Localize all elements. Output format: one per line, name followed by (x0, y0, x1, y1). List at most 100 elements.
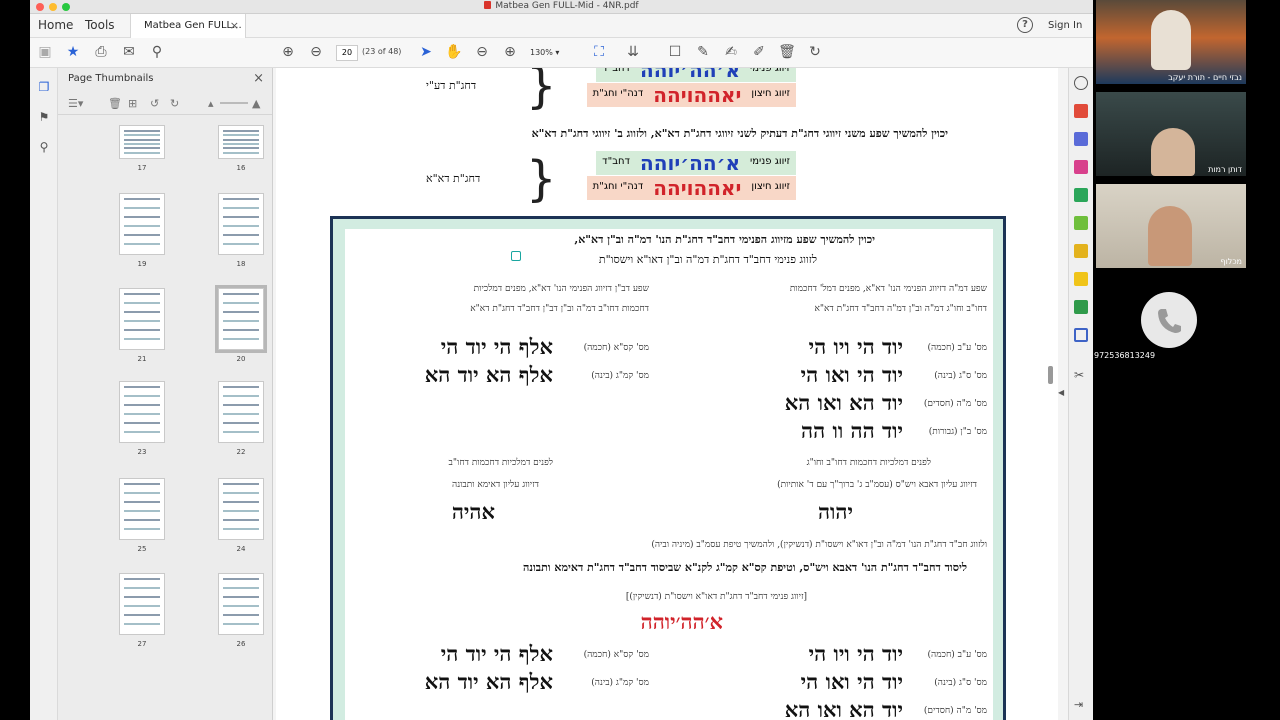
zoom-out-icon[interactable]: ⊖ (473, 43, 491, 61)
sign-in-link[interactable]: Sign In (1048, 20, 1082, 31)
page-thumbnail[interactable] (119, 288, 165, 350)
bookmark-star-icon[interactable]: ★ (64, 43, 82, 61)
fill-sign-icon[interactable]: ✐ (750, 43, 768, 61)
organize-pages-icon[interactable] (1074, 216, 1088, 230)
paragraph-line: ולזווג חב"ד דחג"ת הנו' דמ"ה וב"ן דאו"א ו… (651, 540, 987, 550)
intro-line: לזווג פנימי דחב"ד דחג"ת דמ"ה וב"ן דאו"א … (598, 253, 817, 266)
divine-name-spelling: יוד הי ואו הי (800, 362, 903, 387)
page-thumbnail[interactable] (119, 381, 165, 443)
page-thumbnail[interactable] (218, 478, 264, 540)
thumbnail-line (124, 225, 160, 227)
page-thumbnail[interactable] (119, 193, 165, 255)
print-production-icon[interactable] (1074, 300, 1088, 314)
gematria-tag: מס' ע"ב (חכמה) (927, 650, 987, 660)
create-pdf-icon[interactable] (1074, 132, 1088, 146)
column-header: דחכמות דחו"ב דמ"ה וב"ן דב"ן דחב"ד דחג"ת … (470, 304, 649, 314)
insert-page-icon[interactable]: ⊞ (128, 97, 137, 110)
page-thumbnail[interactable] (218, 573, 264, 635)
zoom-dropdown[interactable]: 130% ▾ (530, 45, 576, 61)
rotate-icon[interactable]: ↻ (806, 43, 824, 61)
page-thumbnail[interactable] (218, 381, 264, 443)
thumbnail-line (223, 338, 259, 340)
thumb-size-small-icon[interactable]: ▴ (208, 97, 214, 110)
column-header: שפע דב"ן דזיווג הפנימי הנו' דא"א, מפנים … (473, 284, 649, 294)
phone-participant-icon[interactable] (1141, 292, 1197, 348)
email-icon[interactable]: ✉ (120, 43, 138, 61)
scroll-mode-icon[interactable]: ⇊ (624, 43, 642, 61)
table2-row-outer: זיווג חיצון יאההויהה דנה"י וחג"ת (586, 176, 796, 200)
page-thumbnails-icon[interactable]: ❐ (36, 80, 52, 96)
fill-sign-tool-icon[interactable] (1074, 244, 1088, 258)
draw-icon[interactable]: ✍ (722, 43, 740, 61)
column-header: שפע דמ"ה דזיווג הפנימי הנו' דא"א, מפנים … (789, 284, 987, 294)
undo-icon[interactable]: ↺ (150, 97, 159, 110)
print-icon[interactable]: ⎙ (92, 43, 110, 61)
combine-files-icon[interactable] (1074, 188, 1088, 202)
gematria-tag: מס' מ"ה (חסדים) (923, 706, 987, 716)
home-menu[interactable]: Home (38, 18, 73, 32)
export-pdf-icon[interactable] (1074, 104, 1088, 118)
page-thumbnail-label: 27 (137, 640, 147, 648)
page-count-label: (23 of 48) (362, 47, 402, 56)
document-scrollbar[interactable] (1048, 366, 1053, 384)
fit-page-icon[interactable]: ⛶ (590, 43, 608, 61)
thumbnail-line (124, 501, 160, 503)
thumbnail-line (124, 596, 160, 598)
intro-line: יכוין להמשיך שפע מזיווג הפנימי דחב"ד דחג… (574, 233, 875, 246)
page-thumbnail[interactable] (218, 125, 264, 159)
close-panel-icon[interactable]: × (253, 71, 264, 86)
page-thumbnail[interactable] (119, 478, 165, 540)
thumb-size-slider[interactable] (220, 102, 248, 104)
video-tile-speaker[interactable]: נבזי חיים - תורת יעקב (1096, 0, 1246, 84)
page-thumbnail[interactable] (119, 125, 165, 159)
divine-name-spelling: יוד הי ויו הי (808, 641, 903, 666)
thumbnail-line (223, 431, 259, 433)
document-view[interactable]: זיווג פנימי א׳הה׳יוהה דחב"ד זיווג חיצון … (276, 68, 1058, 720)
document-tab[interactable]: Matbea Gen FULL... × (130, 14, 246, 38)
video-tile-3[interactable]: מכלוף (1096, 184, 1246, 268)
pdf-file-icon (484, 1, 492, 9)
attachments-icon[interactable]: ⚲ (36, 140, 52, 156)
thumbnail-line (223, 413, 259, 415)
note-marker-icon[interactable] (511, 251, 521, 261)
save-icon[interactable]: ▣ (36, 43, 54, 61)
help-icon[interactable]: ? (1017, 17, 1033, 33)
collapse-right-panel-icon[interactable]: ◀ (1058, 388, 1064, 397)
gematria-tag: מס' קמ"ג (בינה) (591, 371, 649, 381)
thumb-size-large-icon[interactable]: ▲ (252, 97, 260, 110)
tools-menu[interactable]: Tools (85, 18, 115, 32)
hand-tool-icon[interactable]: ✋ (445, 43, 463, 61)
redo-icon[interactable]: ↻ (170, 97, 179, 110)
curly-brace: { (526, 151, 557, 207)
table1-row-inner: זיווג פנימי א׳הה׳יוהה דחב"ד (596, 68, 796, 82)
delete-icon[interactable]: 🗑 (778, 43, 796, 61)
expand-rail-icon[interactable]: ⇥ (1074, 698, 1088, 712)
comment-tool-icon[interactable] (1074, 272, 1088, 286)
thumbnail-line (124, 302, 160, 304)
bookmarks-icon[interactable]: ⚑ (36, 110, 52, 126)
edit-pdf-icon[interactable] (1074, 160, 1088, 174)
zoom-in-icon[interactable]: ⊕ (501, 43, 519, 61)
page-thumbnail[interactable] (218, 193, 264, 255)
row-sub-label: דחב"ד (596, 151, 636, 175)
close-tab-icon[interactable]: × (230, 19, 239, 32)
highlight-pen-icon[interactable]: ✎ (694, 43, 712, 61)
search-tool-icon[interactable] (1074, 76, 1088, 90)
search-icon[interactable]: ⚲ (148, 43, 166, 61)
row-label: זיווג חיצון (745, 83, 796, 107)
previous-page-icon[interactable]: ⊕ (279, 43, 297, 61)
thumbnail-line (124, 234, 160, 236)
thumbnail-line (223, 492, 259, 494)
comment-icon[interactable]: ☐ (666, 43, 684, 61)
more-tools-icon[interactable]: ✂ (1074, 368, 1088, 382)
protect-icon[interactable] (1074, 328, 1088, 342)
next-page-icon[interactable]: ⊖ (307, 43, 325, 61)
page-thumbnail[interactable] (119, 573, 165, 635)
page-number-input[interactable]: 20 (336, 45, 358, 61)
thumbnail-line (223, 147, 259, 150)
select-cursor-icon[interactable]: ➤ (417, 43, 435, 61)
video-tile-2[interactable]: דותן רמות (1096, 92, 1246, 176)
page-thumbnail[interactable] (215, 285, 267, 353)
options-menu-icon[interactable]: ☰▾ (68, 97, 83, 110)
trash-icon[interactable]: 🗑 (108, 97, 122, 110)
